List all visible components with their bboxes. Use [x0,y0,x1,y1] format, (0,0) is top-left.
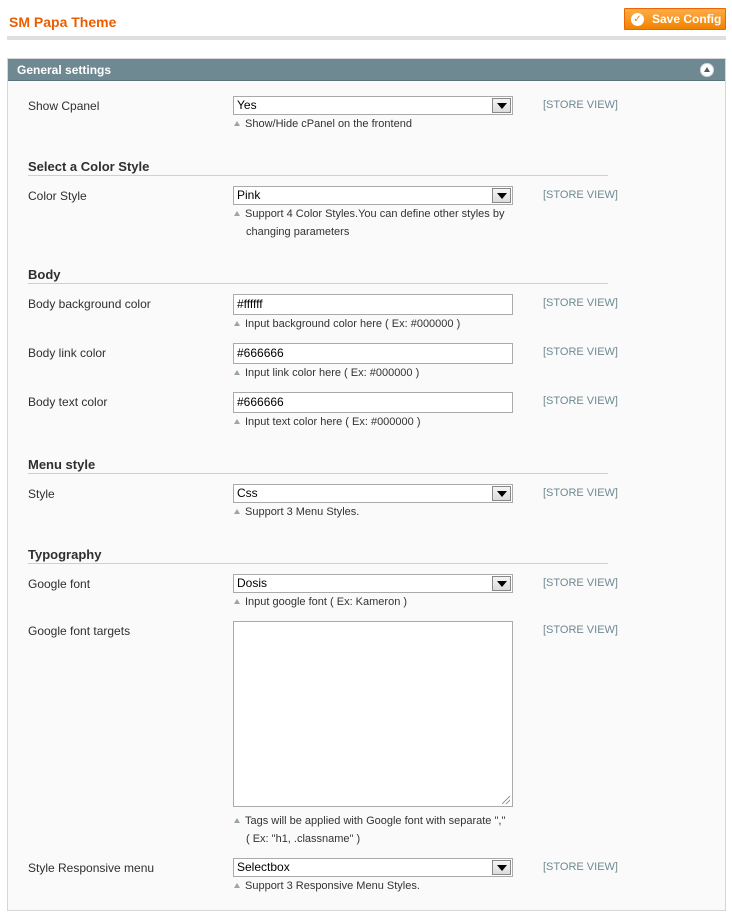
fieldset-title: General settings [17,63,112,77]
section-title-color-style: Select a Color Style [28,159,150,174]
body-text-label: Body text color [28,395,108,409]
google-font-targets-label: Google font targets [28,624,131,638]
scope-label: [STORE VIEW] [543,487,618,499]
body-bg-label: Body background color [28,297,151,311]
body-text-input[interactable]: #666666 [233,392,513,413]
dropdown-arrow-icon[interactable] [492,486,511,501]
google-font-select[interactable]: Dosis [233,574,513,593]
show-cpanel-note: Show/Hide cPanel on the frontend [234,115,514,133]
page-header: SM Papa Theme ✓ Save Config [7,0,726,40]
body-bg-note: Input background color here ( Ex: #00000… [234,315,514,333]
note-arrow-icon [234,370,240,375]
color-style-select[interactable]: Pink [233,186,513,205]
google-font-label: Google font [28,577,91,591]
responsive-menu-note: Support 3 Responsive Menu Styles. [234,877,514,895]
menu-style-note: Support 3 Menu Styles. [234,503,514,521]
google-font-note: Input google font ( Ex: Kameron ) [234,593,514,611]
color-style-value: Pink [237,188,261,202]
dropdown-arrow-icon[interactable] [492,860,511,875]
responsive-menu-value: Selectbox [237,860,290,874]
scope-label: [STORE VIEW] [543,99,618,111]
scope-label: [STORE VIEW] [543,577,618,589]
resize-handle-icon[interactable] [502,796,510,804]
section-divider [28,175,608,176]
section-divider [28,473,608,474]
google-font-targets-textarea[interactable] [233,621,513,807]
body-link-note: Input link color here ( Ex: #000000 ) [234,364,514,382]
dropdown-arrow-icon[interactable] [492,188,511,203]
show-cpanel-label: Show Cpanel [28,99,100,113]
save-config-label: Save Config [652,12,722,26]
note-arrow-icon [234,818,240,823]
section-title-menu-style: Menu style [28,457,96,472]
show-cpanel-select[interactable]: Yes [233,96,513,115]
fieldset-header[interactable]: General settings [8,59,725,81]
menu-style-value: Css [237,486,258,500]
responsive-menu-select[interactable]: Selectbox [233,858,513,877]
menu-style-label: Style [28,487,55,501]
section-title-typography: Typography [28,547,102,562]
scope-label: [STORE VIEW] [543,297,618,309]
scope-label: [STORE VIEW] [543,624,618,636]
note-arrow-icon [234,121,240,126]
note-arrow-icon [234,509,240,514]
body-text-note: Input text color here ( Ex: #000000 ) [234,413,514,431]
scope-label: [STORE VIEW] [543,861,618,873]
dropdown-arrow-icon[interactable] [492,98,511,113]
color-style-label: Color Style [28,189,87,203]
scope-label: [STORE VIEW] [543,346,618,358]
checkmark-icon: ✓ [631,12,644,26]
show-cpanel-value: Yes [237,98,257,112]
note-arrow-icon [234,419,240,424]
body-link-input[interactable]: #666666 [233,343,513,364]
note-arrow-icon [234,321,240,326]
body-link-label: Body link color [28,346,107,360]
menu-style-select[interactable]: Css [233,484,513,503]
note-arrow-icon [234,211,240,216]
section-title-body: Body [28,267,61,282]
page-title: SM Papa Theme [9,14,117,30]
color-style-note: Support 4 Color Styles.You can define ot… [234,205,514,241]
google-font-targets-note: Tags will be applied with Google font wi… [234,812,514,848]
scope-label: [STORE VIEW] [543,189,618,201]
save-config-button[interactable]: ✓ Save Config [624,8,726,30]
section-divider [28,563,608,564]
section-divider [28,283,608,284]
note-arrow-icon [234,599,240,604]
responsive-menu-label: Style Responsive menu [28,861,155,875]
collapse-icon[interactable] [700,63,714,77]
note-arrow-icon [234,883,240,888]
dropdown-arrow-icon[interactable] [492,576,511,591]
scope-label: [STORE VIEW] [543,395,618,407]
body-bg-input[interactable]: #ffffff [233,294,513,315]
google-font-value: Dosis [237,576,268,590]
